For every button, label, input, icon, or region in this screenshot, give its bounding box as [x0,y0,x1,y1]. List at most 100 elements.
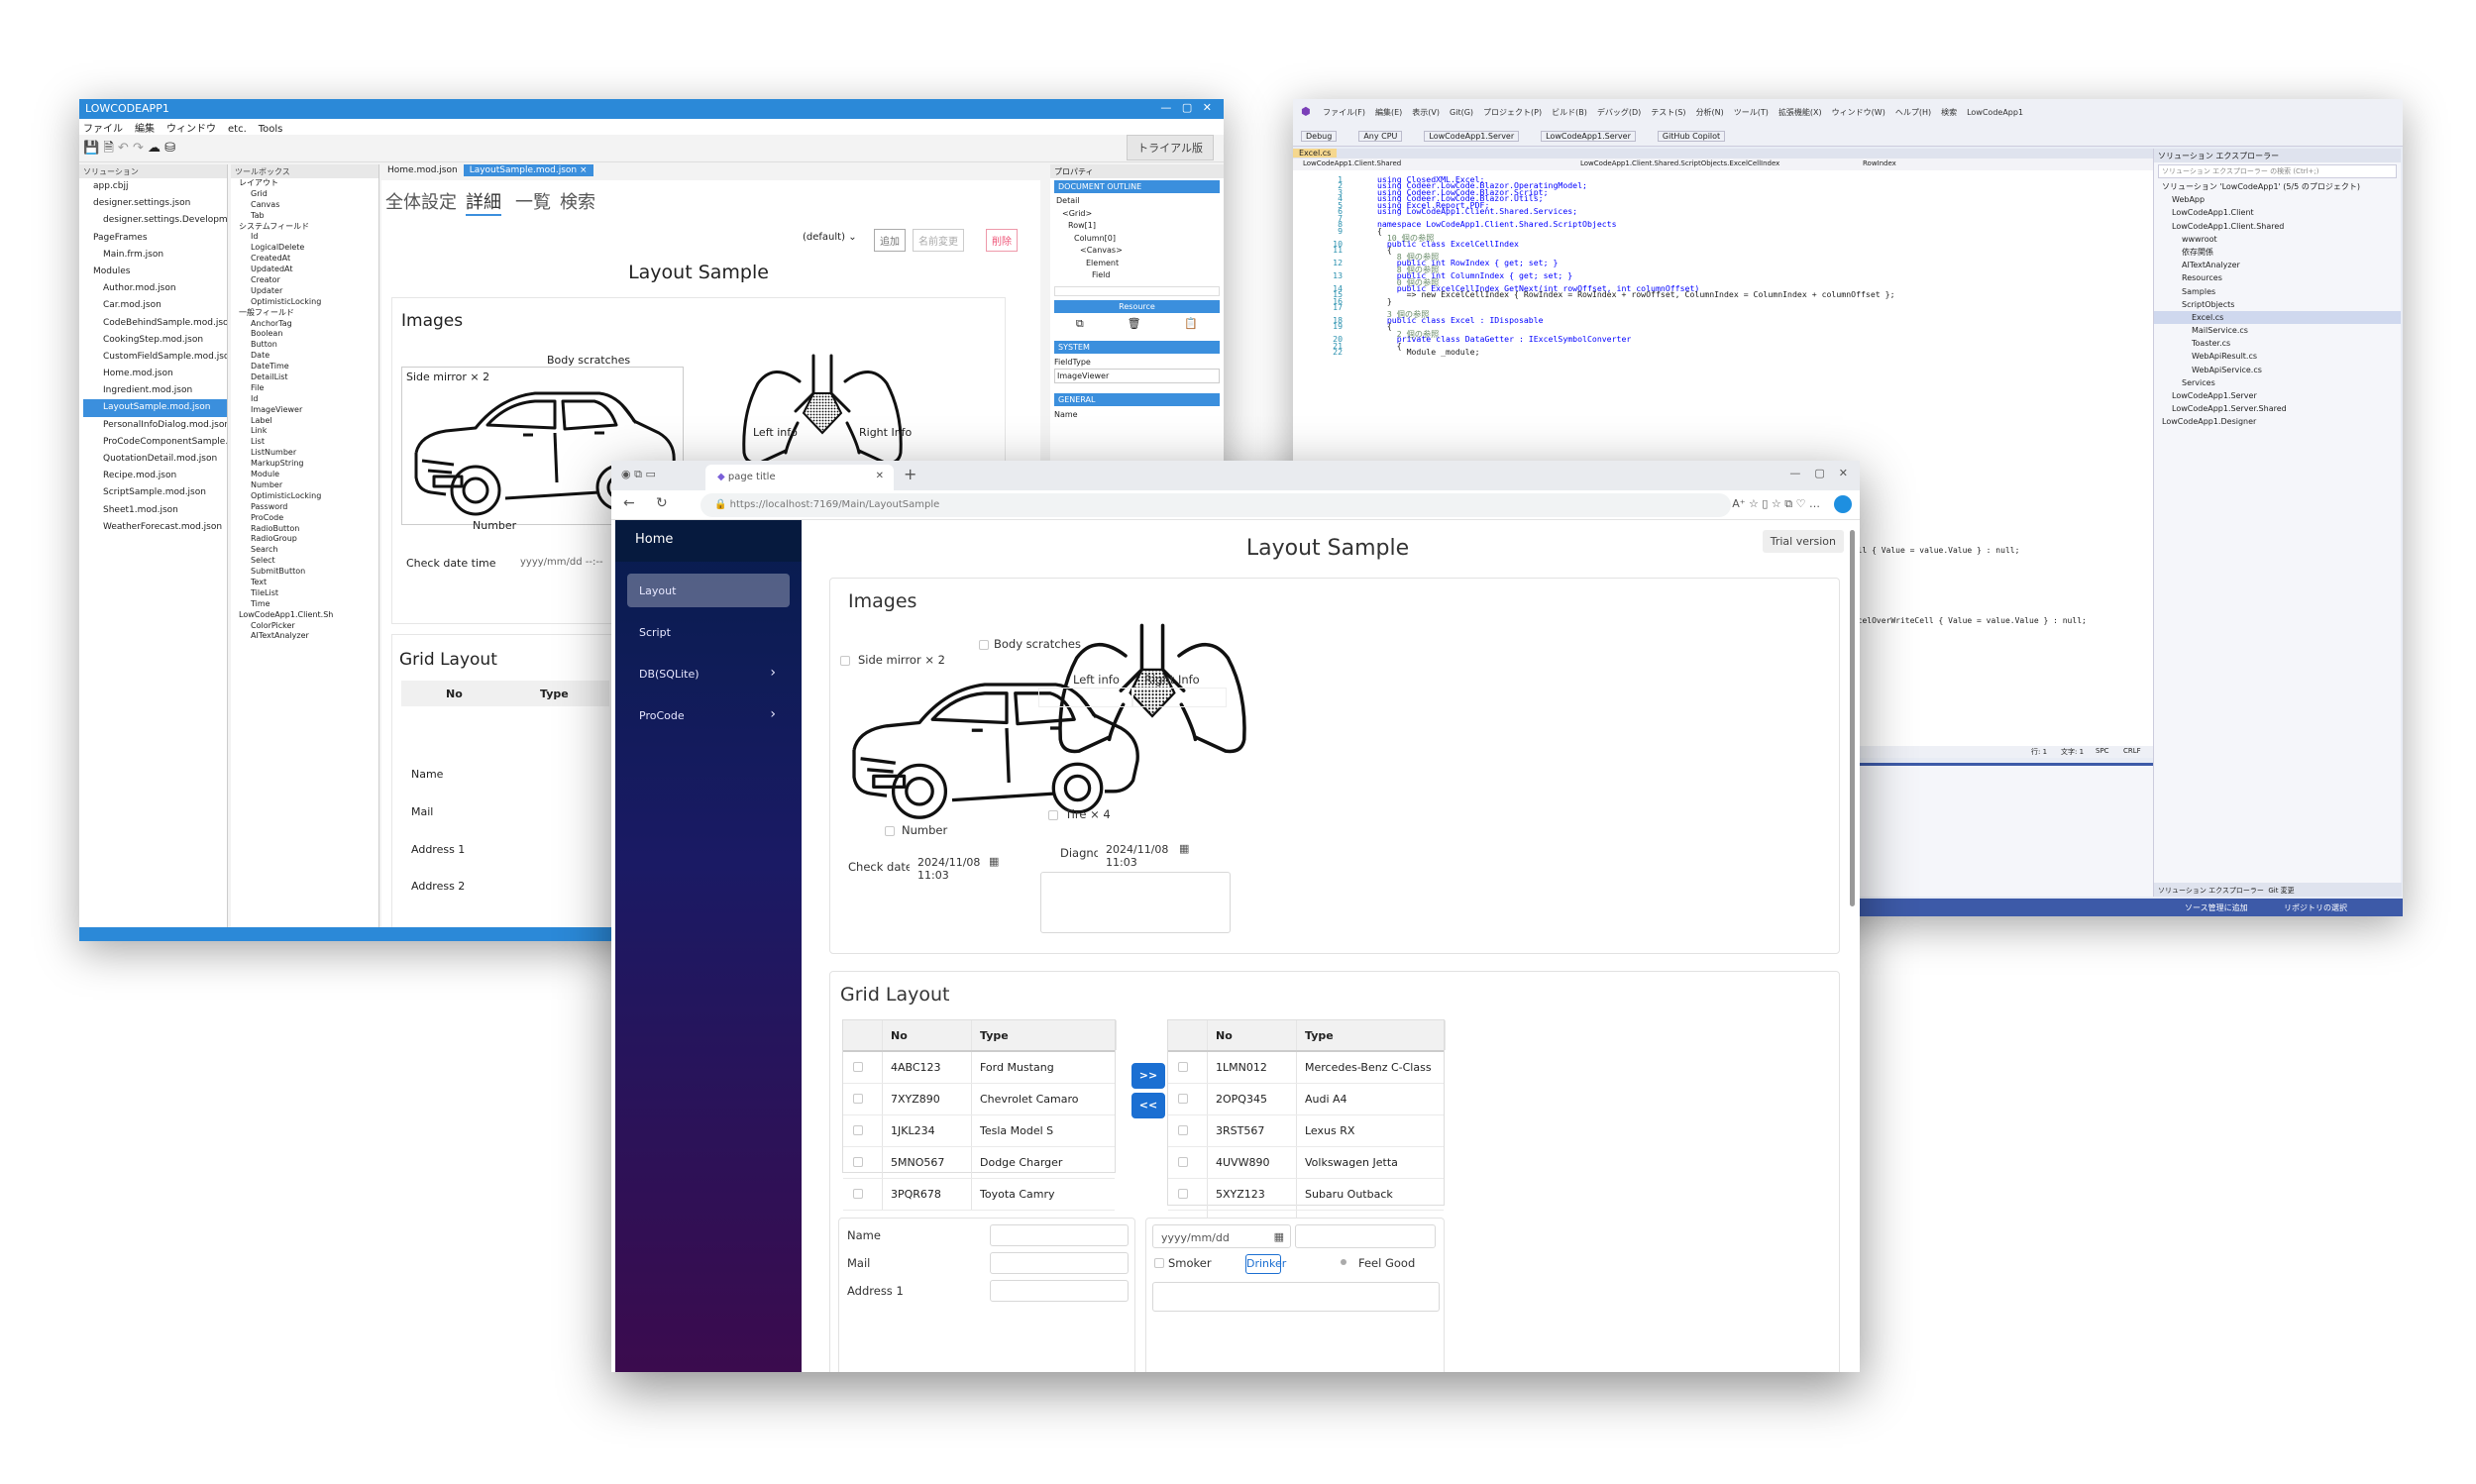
calendar-icon[interactable]: ▦ [989,855,999,868]
calendar-icon[interactable]: ▦ [1179,842,1189,855]
vs-menu-item[interactable]: プロジェクト(P) [1483,108,1542,117]
toolbox-group[interactable]: レイアウト [237,178,378,189]
toolbox-item[interactable]: RadioButton [237,524,378,535]
solution-item[interactable]: MailService.cs [2154,324,2401,337]
new-tab-icon[interactable]: + [904,465,916,483]
upload-icon[interactable]: ☁ [148,141,161,156]
toolbox-item[interactable]: SubmitButton [237,567,378,578]
row-checkbox[interactable] [1178,1189,1188,1199]
vs-toolbar-item[interactable]: Any CPU [1358,131,1403,142]
copilot-icon[interactable] [1834,495,1852,513]
right-info-field[interactable] [1132,688,1227,707]
window-controls-icon[interactable]: — ▢ ✕ [1160,101,1212,114]
select-repository[interactable]: リポジトリの選択 [2284,902,2347,913]
tab-layout-sample[interactable]: LayoutSample.mod.json × [463,164,593,176]
trial-version-button[interactable]: Trial version [1762,530,1844,553]
file-tree-item[interactable]: ProCodeComponentSample.mod [83,434,227,451]
outline-item[interactable]: Detail [1050,195,1224,208]
vs-menu-item[interactable]: Git(G) [1450,108,1473,117]
vs-menu-item[interactable]: ビルド(B) [1552,108,1587,117]
table-row[interactable]: 3PQR678 Toyota Camry [843,1179,1115,1211]
vs-menu-item[interactable]: ツール(T) [1734,108,1769,117]
table-row[interactable]: 7XYZ890 Chevrolet Camaro [843,1084,1115,1115]
file-tree-item[interactable]: designer.settings.Development.jso [83,212,227,229]
file-tree-item[interactable]: Car.mod.json [83,297,227,314]
vs-menu-item[interactable]: 拡張機能(X) [1778,108,1822,117]
toolbox-item[interactable]: OptimisticLocking [237,297,378,308]
table-row[interactable]: 5MNO567 Dodge Charger [843,1147,1115,1179]
vs-menu-item[interactable]: テスト(S) [1651,108,1685,117]
toolbox-item[interactable]: Tab [237,211,378,222]
trial-button[interactable]: トライアル版 [1127,135,1214,160]
calendar-icon[interactable]: ▦ [1274,1230,1284,1243]
toolbox-group[interactable]: 一般フィールド [237,308,378,319]
solution-item[interactable]: LowCodeApp1.Designer [2154,415,2401,428]
address1-input[interactable] [990,1280,1129,1302]
table-row[interactable]: 1JKL234 Tesla Model S [843,1115,1115,1147]
solution-item[interactable]: wwwroot [2154,233,2401,246]
toolbox-item[interactable]: Date [237,351,378,362]
mode-tab-search[interactable]: 検索 [560,188,595,214]
toolbox-item[interactable]: MarkupString [237,459,378,470]
file-tree-item[interactable]: designer.settings.json [83,195,227,212]
solution-item[interactable]: LowCodeApp1.Client.Shared [2154,220,2401,233]
table-row[interactable]: 5XYZ123 Subaru Outback [1168,1179,1444,1211]
number-checkbox[interactable] [885,826,895,836]
vs-menu-item[interactable]: 表示(V) [1412,108,1440,117]
toolbox-item[interactable]: Search [237,545,378,556]
feel-good-radio[interactable] [1341,1259,1346,1265]
solution-item[interactable]: 依存関係 [2154,246,2401,259]
browser-window-controls-icon[interactable]: — ▢ ✕ [1789,467,1848,479]
file-tree-item[interactable]: app.cbjj [83,178,227,195]
copy-icon[interactable]: ⧉ [1076,317,1084,337]
toolbox-item[interactable]: Label [237,416,378,427]
default-select[interactable]: (default) ⌄ [803,232,857,243]
menu-edit[interactable]: 編集 [135,124,155,135]
redo-icon[interactable]: ↷ [133,141,144,156]
tab-home[interactable]: Home.mod.json [381,164,464,176]
save-icon[interactable]: 💾 [83,141,99,156]
database-icon[interactable]: ⛁ [164,141,175,156]
toolbox-item[interactable]: Password [237,502,378,513]
rename-button[interactable]: 名前変更 [913,229,964,252]
solution-item[interactable]: AITextAnalyzer [2154,259,2401,271]
vs-menu-item[interactable]: ウィンドウ(W) [1832,108,1885,117]
toolbox-item[interactable]: Module [237,470,378,480]
add-button[interactable]: 追加 [874,229,906,252]
file-tree-item[interactable]: WeatherForecast.mod.json [83,519,227,536]
solution-item[interactable]: Excel.cs [2154,310,2401,325]
move-left-button[interactable]: << [1131,1093,1165,1118]
vs-menu-item[interactable]: 検索 [1941,108,1957,117]
back-icon[interactable]: ← [623,495,635,511]
toolbox-item[interactable]: List [237,437,378,448]
date-input[interactable]: yyyy/mm/dd ▦ [1152,1224,1291,1248]
toolbox-item[interactable]: ListNumber [237,448,378,459]
file-tree-item[interactable]: Ingredient.mod.json [83,382,227,399]
file-tree-item[interactable]: Sheet1.mod.json [83,502,227,519]
toolbox-item[interactable]: RadioGroup [237,534,378,545]
toolbox-item[interactable]: Select [237,556,378,567]
toolbox-item[interactable]: DetailList [237,372,378,383]
file-tree-item[interactable]: Author.mod.json [83,280,227,297]
toolbox-item[interactable]: Updater [237,286,378,297]
nav-class[interactable]: LowCodeApp1.Client.Shared.ScriptObjects.… [1580,159,1779,167]
row-checkbox[interactable] [853,1189,863,1199]
toolbox-item[interactable]: CreatedAt [237,254,378,265]
row-checkbox[interactable] [1178,1125,1188,1135]
toolbox-item[interactable]: Time [237,599,378,610]
file-tree-item[interactable]: LayoutSample.mod.json [83,399,227,417]
solution-item[interactable]: Toaster.cs [2154,337,2401,350]
solution-item[interactable]: WebApiResult.cs [2154,350,2401,363]
resource-button[interactable]: Resource [1054,299,1220,313]
mode-tab-list[interactable]: 一覧 [515,188,551,214]
menu-window[interactable]: ウィンドウ [166,124,216,135]
toolbox-item[interactable]: ColorPicker [237,621,378,632]
toolbox-item[interactable]: OptimisticLocking [237,491,378,502]
toolbox-item[interactable]: UpdatedAt [237,265,378,275]
tab-close-icon[interactable]: ✕ [876,471,884,481]
tire-checkbox[interactable] [1048,810,1058,820]
solution-item[interactable]: Samples [2154,285,2401,298]
toolbox-item[interactable]: Boolean [237,329,378,340]
vs-toolbar-item[interactable]: LowCodeApp1.Server [1541,131,1636,142]
toolbox-item[interactable]: Number [237,480,378,491]
